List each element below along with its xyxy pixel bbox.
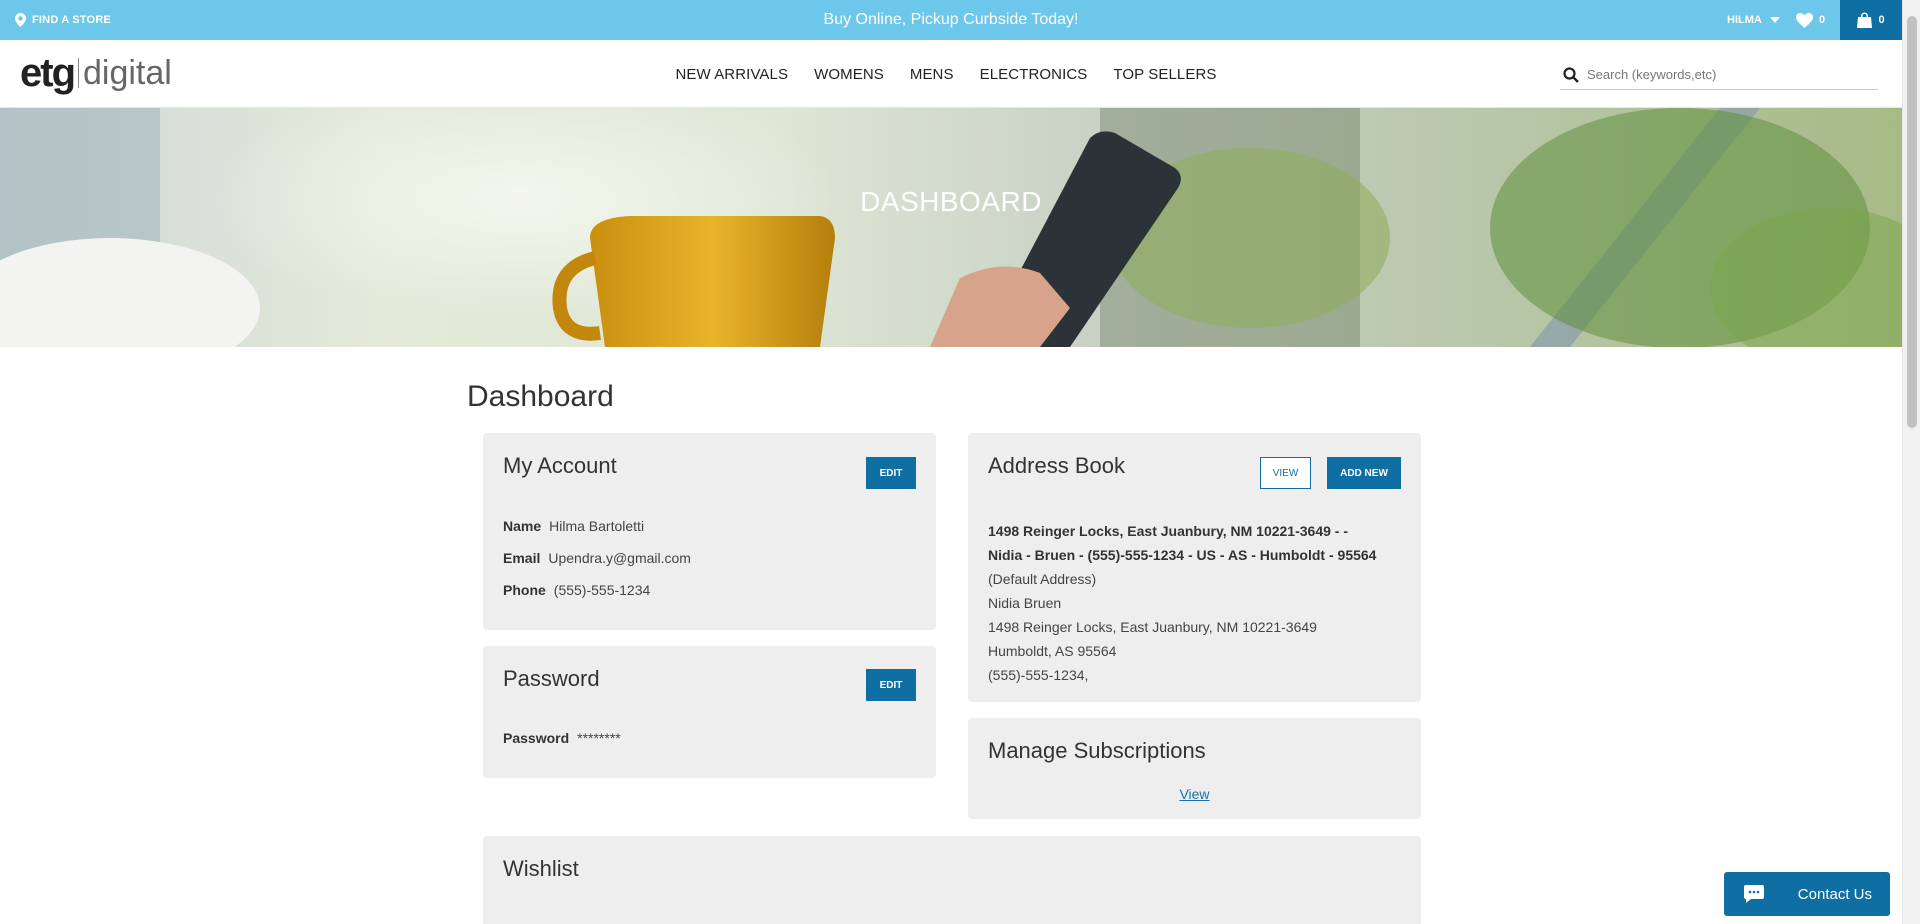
hero-background-image	[0, 108, 1902, 347]
address-street: 1498 Reinger Locks, East Juanbury, NM 10…	[988, 619, 1317, 635]
password-title: Password	[503, 666, 600, 691]
contact-us-label: Contact Us	[1797, 885, 1872, 903]
site-header: etg digital NEW ARRIVALS WOMENS MENS ELE…	[0, 40, 1902, 108]
hero-banner: DASHBOARD	[0, 108, 1902, 347]
nav-electronics[interactable]: ELECTRONICS	[980, 66, 1088, 83]
address-book-title: Address Book	[988, 453, 1125, 478]
password-field: Password ********	[503, 730, 621, 746]
phone-value: (555)-555-1234	[553, 582, 651, 598]
page-scrollbar[interactable]	[1902, 0, 1920, 924]
nav-womens[interactable]: WOMENS	[814, 66, 884, 83]
nav-mens[interactable]: MENS	[910, 66, 954, 83]
search-input[interactable]	[1587, 67, 1867, 82]
user-menu[interactable]: HILMA	[1727, 0, 1780, 40]
chat-bubble-icon	[1744, 885, 1764, 903]
add-new-address-button[interactable]: ADD NEW	[1327, 457, 1401, 489]
heart-icon	[1796, 12, 1813, 28]
email-value: Upendra.y@gmail.com	[548, 550, 691, 566]
edit-password-button[interactable]: EDIT	[866, 669, 916, 701]
address-summary-line1: 1498 Reinger Locks, East Juanbury, NM 10…	[988, 523, 1349, 539]
view-subscriptions-link[interactable]: View	[1179, 786, 1209, 802]
nav-top-sellers[interactable]: TOP SELLERS	[1113, 66, 1216, 83]
promo-banner: Buy Online, Pickup Curbside Today!	[823, 11, 1079, 28]
find-store-label: FIND A STORE	[32, 14, 111, 26]
etg-digital-logo[interactable]: etg digital	[20, 50, 172, 96]
edit-account-button[interactable]: EDIT	[866, 457, 916, 489]
password-card: Password EDIT Password ********	[483, 646, 936, 778]
wishlist-title: Wishlist	[503, 856, 579, 881]
search-icon[interactable]	[1563, 66, 1579, 83]
location-pin-icon	[15, 13, 26, 27]
wishlist-card: Wishlist	[483, 836, 1421, 924]
subscriptions-title: Manage Subscriptions	[988, 738, 1206, 763]
logo-digital-text: digital	[83, 53, 172, 92]
my-account-title: My Account	[503, 453, 617, 478]
wishlist-count: 0	[1819, 14, 1826, 26]
my-account-card: My Account EDIT Name Hilma Bartoletti Ema…	[483, 433, 936, 630]
email-label: Email	[503, 550, 541, 566]
name-value: Hilma Bartoletti	[549, 518, 645, 534]
contact-us-chat-button[interactable]: Contact Us	[1724, 872, 1890, 916]
default-address: 1498 Reinger Locks, East Juanbury, NM 10…	[988, 519, 1408, 687]
wishlist-button[interactable]: 0	[1796, 0, 1825, 40]
top-bar: FIND A STORE Buy Online, Pickup Curbside…	[0, 0, 1902, 40]
account-name-field: Name Hilma Bartoletti	[503, 518, 644, 534]
logo-etg-text: etg	[20, 50, 76, 95]
shopping-bag-icon	[1857, 12, 1873, 28]
cart-count: 0	[1878, 14, 1885, 26]
hero-title: DASHBOARD	[860, 186, 1042, 217]
cart-button[interactable]: 0	[1840, 0, 1902, 40]
page-title: Dashboard	[467, 380, 614, 413]
phone-label: Phone	[503, 582, 546, 598]
view-addresses-button[interactable]: VIEW	[1260, 457, 1311, 489]
find-store-link[interactable]: FIND A STORE	[15, 0, 111, 40]
subscriptions-view-wrap: View	[968, 786, 1421, 804]
password-value: ********	[577, 730, 621, 746]
logo-divider	[78, 58, 79, 88]
subscriptions-card: Manage Subscriptions View	[968, 718, 1421, 819]
nav-new-arrivals[interactable]: NEW ARRIVALS	[675, 66, 788, 83]
chevron-down-icon	[1769, 17, 1780, 23]
name-label: Name	[503, 518, 542, 534]
address-name: Nidia Bruen	[988, 595, 1062, 611]
address-summary-line2: Nidia - Bruen - (555)-555-1234 - US - AS…	[988, 547, 1377, 563]
search-bar	[1560, 60, 1878, 90]
user-name: HILMA	[1727, 14, 1762, 26]
password-label: Password	[503, 730, 570, 746]
account-phone-field: Phone (555)-555-1234	[503, 582, 650, 598]
account-email-field: Email Upendra.y@gmail.com	[503, 550, 691, 566]
address-phone: (555)-555-1234,	[988, 667, 1089, 683]
default-address-label: (Default Address)	[988, 571, 1097, 587]
address-book-card: Address Book VIEW ADD NEW 1498 Reinger L…	[968, 433, 1421, 702]
scrollbar-thumb[interactable]	[1907, 16, 1917, 428]
address-city: Humboldt, AS 95564	[988, 643, 1117, 659]
